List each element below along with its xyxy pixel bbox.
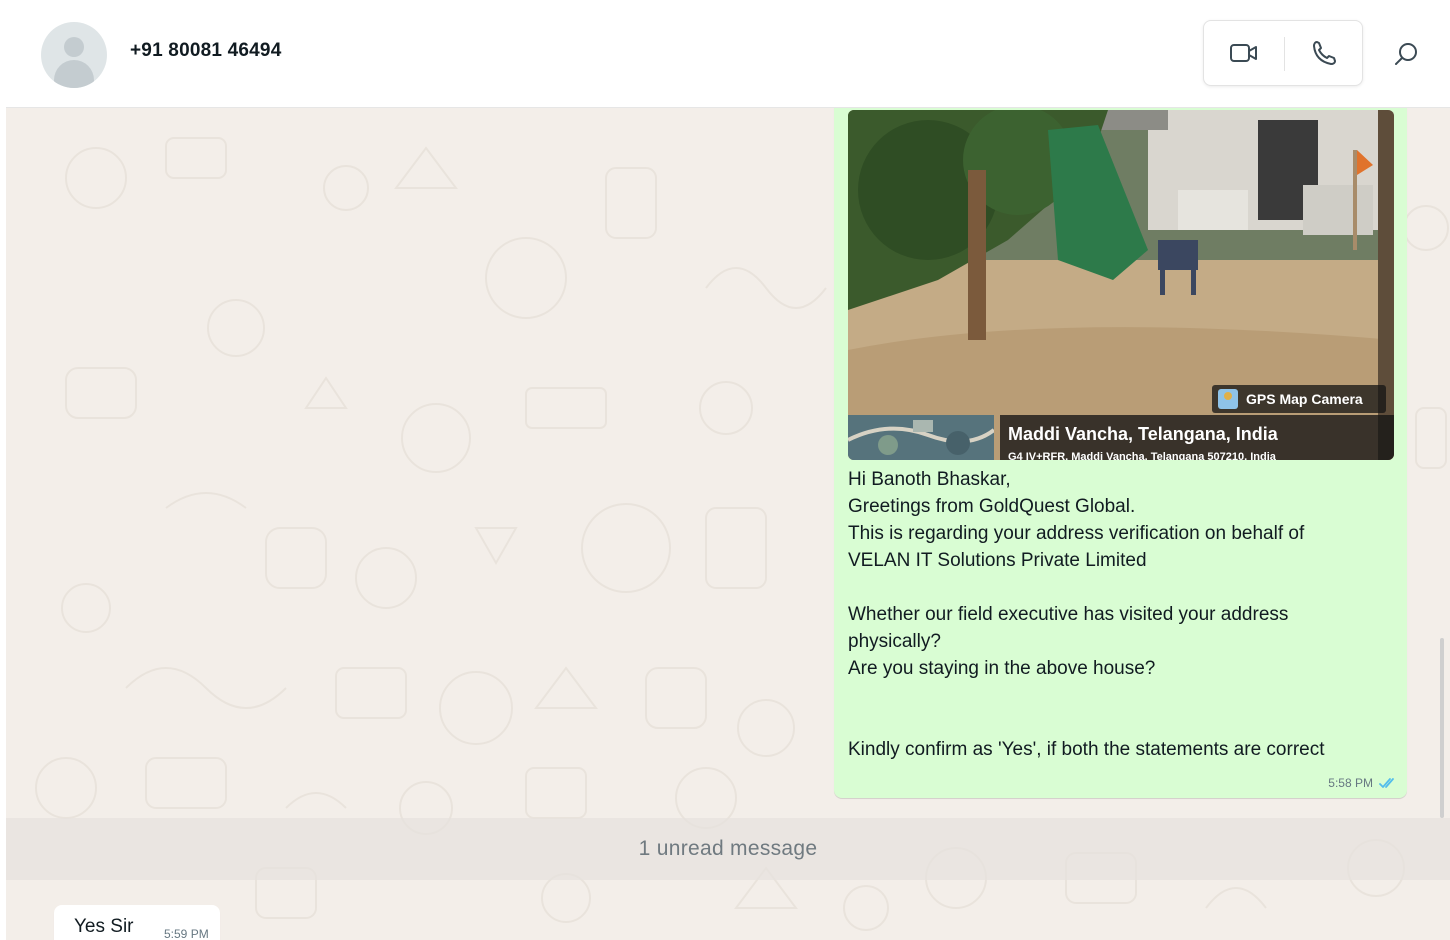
double-check-icon [1379, 778, 1394, 788]
search-icon [1395, 43, 1417, 65]
message-photo[interactable]: GPS Map Camera Maddi Vancha, Telangana, … [848, 110, 1394, 460]
contact-avatar[interactable] [41, 22, 107, 88]
unread-divider: 1 unread message [6, 818, 1450, 880]
video-call-button[interactable] [1204, 21, 1284, 85]
chat-header: +91 80081 46494 [6, 0, 1450, 108]
unread-label: 1 unread message [638, 837, 818, 860]
call-button-group [1203, 20, 1363, 86]
location-title: Maddi Vancha, Telangana, India [1008, 424, 1278, 444]
message-meta: 5:58 PM [1328, 776, 1397, 790]
search-button[interactable] [1390, 38, 1422, 70]
video-call-icon [1230, 44, 1257, 62]
gps-camera-badge: GPS Map Camera [1212, 385, 1386, 413]
incoming-message-text: Yes Sir [74, 916, 134, 937]
incoming-message-time: 5:59 PM [164, 927, 209, 940]
gps-camera-label: GPS Map Camera [1246, 391, 1363, 407]
location-map-thumbnail [848, 415, 994, 460]
avatar-head [64, 37, 84, 57]
message-text: Hi Banoth Bhaskar, Greetings from GoldQu… [848, 469, 1325, 760]
voice-call-button[interactable] [1284, 21, 1364, 85]
voice-call-icon [1313, 41, 1336, 65]
chat-panel[interactable]: GPS Map Camera Maddi Vancha, Telangana, … [6, 108, 1450, 940]
contact-name[interactable]: +91 80081 46494 [130, 40, 281, 62]
location-panel: Maddi Vancha, Telangana, India G4 IV+RFR… [1000, 415, 1394, 460]
incoming-message-bubble[interactable]: Yes Sir 5:59 PM [54, 905, 220, 940]
gps-camera-app-icon [1218, 389, 1238, 409]
avatar-body [54, 60, 94, 88]
satellite-map-icon [848, 415, 994, 460]
location-subtitle: G4 IV+RFR, Maddi Vancha, Telangana 50721… [1008, 451, 1276, 460]
message-time: 5:58 PM [1328, 776, 1373, 790]
scrollbar-thumb[interactable] [1440, 638, 1444, 818]
outgoing-message-bubble[interactable]: GPS Map Camera Maddi Vancha, Telangana, … [834, 108, 1407, 798]
